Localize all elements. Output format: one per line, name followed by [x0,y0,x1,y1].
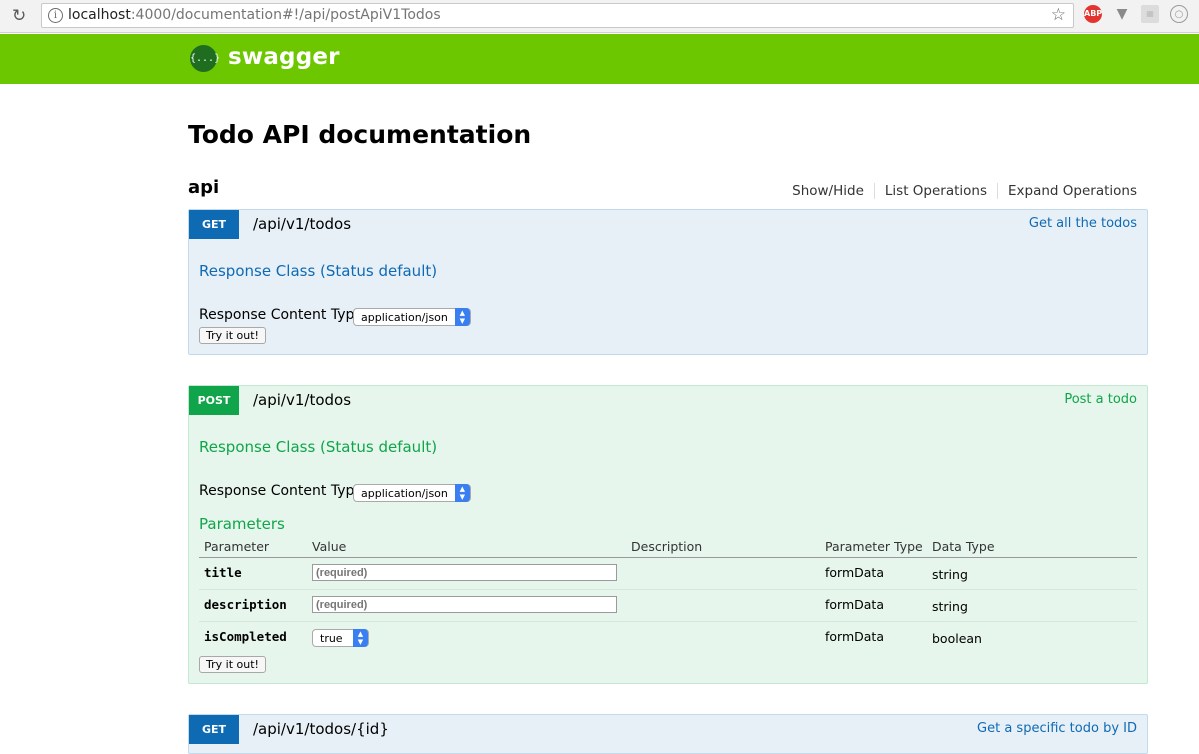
operation-summary[interactable]: Get a specific todo by ID [977,721,1137,736]
try-it-out-button[interactable]: Try it out! [199,327,266,344]
table-row: description formData string [199,590,1137,622]
expand-operations-link[interactable]: Expand Operations [1008,183,1137,199]
url-host: localhost [68,7,131,23]
swagger-logo-icon[interactable]: {...} [190,45,220,72]
operation-heading[interactable]: POST /api/v1/todos Post a todo [189,386,1147,415]
operation-summary[interactable]: Get all the todos [1029,216,1137,231]
param-type: formData [825,597,884,612]
data-type: string [932,599,968,614]
column-header-value: Value [312,539,347,554]
try-it-out-button[interactable]: Try it out! [199,656,266,673]
divider [873,183,875,199]
param-name: description [204,597,287,612]
operation-summary[interactable]: Post a todo [1064,392,1137,407]
site-info-icon[interactable]: i [48,8,63,23]
operation-post-todos: POST /api/v1/todos Post a todo Response … [188,385,1148,684]
param-name: isCompleted [204,629,287,644]
param-type: formData [825,565,884,580]
bookmark-star-icon[interactable]: ☆ [1051,5,1066,25]
page-title: Todo API documentation [188,120,532,149]
table-header: Parameter Value Description Parameter Ty… [199,539,1137,558]
select-arrow-icon: ▲ ▼ [353,629,368,647]
divider [997,183,998,199]
data-type: boolean [932,631,982,646]
response-class-title: Response Class (Status default) [199,262,438,280]
select-value: application/json [361,487,448,500]
swagger-header: {...} swagger [0,34,1199,84]
response-content-type-select[interactable]: application/json ▲ ▼ [353,484,471,502]
select-arrow-icon: ▲ ▼ [454,484,470,502]
column-header-parameter: Parameter [204,539,270,554]
response-class-title: Response Class (Status default) [199,438,438,456]
http-method-badge[interactable]: POST [189,386,239,415]
adblock-extension-icon[interactable]: ABP [1084,5,1102,23]
response-content-type-label: Response Content Type [199,483,363,499]
data-type: string [932,567,968,582]
operation-path[interactable]: /api/v1/todos [253,391,351,409]
extension-circle-icon[interactable]: ○ [1170,5,1188,23]
reload-icon[interactable]: ↻ [12,6,26,26]
browser-toolbar: ↻ i localhost:4000/documentation#!/api/p… [0,0,1199,33]
title-input[interactable] [312,564,617,581]
operation-heading[interactable]: GET /api/v1/todos Get all the todos [189,210,1147,239]
table-row: title formData string [199,558,1137,590]
http-method-badge[interactable]: GET [189,715,239,744]
list-operations-link[interactable]: List Operations [885,183,987,199]
extension-square-icon[interactable]: ▦ [1141,5,1159,23]
column-header-data-type: Data Type [932,539,995,554]
param-name: title [204,565,242,580]
operation-path[interactable]: /api/v1/todos [253,215,351,233]
param-type: formData [825,629,884,644]
vue-extension-icon[interactable]: ▼ [1113,5,1131,23]
description-input[interactable] [312,596,617,613]
select-value: true [320,632,343,645]
column-header-parameter-type: Parameter Type [825,539,923,554]
parameters-table: Parameter Value Description Parameter Ty… [199,539,1137,654]
operation-path[interactable]: /api/v1/todos/{id} [253,720,389,738]
show-hide-link[interactable]: Show/Hide [792,183,864,199]
swagger-brand[interactable]: swagger [228,44,340,70]
http-method-badge[interactable]: GET [189,210,239,239]
response-content-type-label: Response Content Type [199,307,363,323]
select-value: application/json [361,311,448,324]
select-arrow-icon: ▲ ▼ [454,308,470,326]
operation-heading[interactable]: GET /api/v1/todos/{id} Get a specific to… [189,715,1147,744]
response-content-type-select[interactable]: application/json ▲ ▼ [353,308,471,326]
operation-get-todo-by-id: GET /api/v1/todos/{id} Get a specific to… [188,714,1148,754]
resource-name[interactable]: api [188,177,219,198]
parameters-title: Parameters [199,515,285,533]
table-row: isCompleted true ▲ ▼ formData boolean [199,622,1137,654]
url-text[interactable]: localhost:4000/documentation#!/api/postA… [68,7,441,23]
operation-get-todos: GET /api/v1/todos Get all the todos Resp… [188,209,1148,355]
resource-actions: Show/Hide List Operations Expand Operati… [792,183,1137,199]
address-bar[interactable]: i localhost:4000/documentation#!/api/pos… [41,3,1074,28]
is-completed-select[interactable]: true ▲ ▼ [312,629,369,647]
column-header-description: Description [631,539,703,554]
url-path: :4000/documentation#!/api/postApiV1Todos [130,7,441,23]
